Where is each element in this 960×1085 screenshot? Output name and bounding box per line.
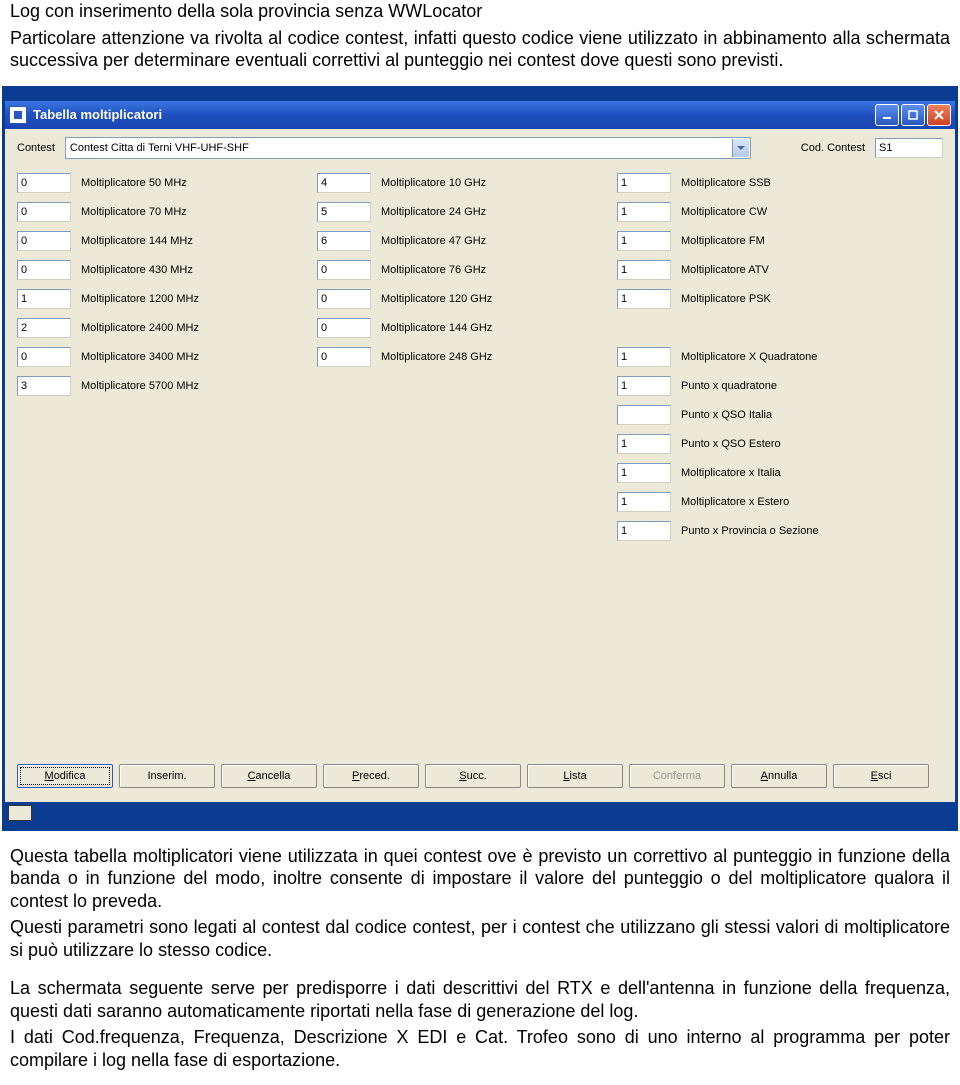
mult-10ghz-input[interactable]: 4 [317, 173, 371, 193]
mult-cw-input[interactable]: 1 [617, 202, 671, 222]
contest-dropdown[interactable]: Contest Citta di Terni VHF-UHF-SHF [65, 137, 751, 159]
mult-248ghz-input[interactable]: 0 [317, 347, 371, 367]
body-text: Questa tabella moltiplicatori viene util… [0, 841, 960, 1085]
punto-qso-estero-label: Punto x QSO Estero [681, 438, 781, 450]
intro-line-1: Log con inserimento della sola provincia… [10, 0, 950, 23]
modifica-button[interactable]: Modifica [17, 764, 113, 788]
mult-fm-input[interactable]: 1 [617, 231, 671, 251]
inserim-button[interactable]: Inserim. [119, 764, 215, 788]
mult-248ghz-label: Moltiplicatore 248 GHz [381, 351, 492, 363]
punto-provincia-label: Punto x Provincia o Sezione [681, 525, 819, 537]
esci-button[interactable]: Esci [833, 764, 929, 788]
mult-estero-input[interactable]: 1 [617, 492, 671, 512]
mult-atv-label: Moltiplicatore ATV [681, 264, 769, 276]
mult-76ghz-input[interactable]: 0 [317, 260, 371, 280]
succ-button[interactable]: Succ. [425, 764, 521, 788]
desktop-strip-top [4, 88, 956, 100]
mult-144mhz-label: Moltiplicatore 144 MHz [81, 235, 193, 247]
column-band-multipliers-high: 4 Moltiplicatore 10 GHz 5 Moltiplicatore 2… [317, 173, 577, 550]
para-cod-freq: I dati Cod.frequenza, Frequenza, Descriz… [10, 1026, 950, 1071]
cancella-button[interactable]: Cancella [221, 764, 317, 788]
punto-provincia-input[interactable]: 1 [617, 521, 671, 541]
mult-70mhz-label: Moltiplicatore 70 MHz [81, 206, 187, 218]
taskbar-tab[interactable] [8, 805, 32, 821]
window-body: Contest Contest Citta di Terni VHF-UHF-S… [5, 129, 955, 802]
cod-contest-input[interactable]: S1 [875, 138, 943, 158]
mult-5700mhz-input[interactable]: 3 [17, 376, 71, 396]
intro-line-2: Particolare attenzione va rivolta al cod… [10, 27, 950, 72]
para-schermata: La schermata seguente serve per predispo… [10, 977, 950, 1022]
punto-qso-estero-input[interactable]: 1 [617, 434, 671, 454]
para-molti: Questa tabella moltiplicatori viene util… [10, 845, 950, 913]
para-parametri: Questi parametri sono legati al contest … [10, 916, 950, 961]
mult-144ghz-label: Moltiplicatore 144 GHz [381, 322, 492, 334]
annulla-button[interactable]: Annulla [731, 764, 827, 788]
mult-quadratone-label: Moltiplicatore X Quadratone [681, 351, 817, 363]
close-button[interactable] [927, 104, 951, 126]
intro-paragraph: Log con inserimento della sola provincia… [0, 0, 960, 82]
mult-144mhz-input[interactable]: 0 [17, 231, 71, 251]
mult-1200mhz-input[interactable]: 1 [17, 289, 71, 309]
punto-quadratone-input[interactable]: 1 [617, 376, 671, 396]
conferma-button: Conferma [629, 764, 725, 788]
window-title: Tabella moltiplicatori [33, 107, 875, 122]
mult-76ghz-label: Moltiplicatore 76 GHz [381, 264, 486, 276]
mult-3400mhz-input[interactable]: 0 [17, 347, 71, 367]
mult-2400mhz-input[interactable]: 2 [17, 318, 71, 338]
mult-psk-input[interactable]: 1 [617, 289, 671, 309]
mult-120ghz-input[interactable]: 0 [317, 289, 371, 309]
mult-atv-input[interactable]: 1 [617, 260, 671, 280]
chevron-down-icon[interactable] [732, 139, 749, 157]
mult-24ghz-input[interactable]: 5 [317, 202, 371, 222]
mult-10ghz-label: Moltiplicatore 10 GHz [381, 177, 486, 189]
app-icon [9, 106, 27, 124]
punto-qso-italia-input[interactable] [617, 405, 671, 425]
cod-contest-label: Cod. Contest [801, 142, 865, 154]
column-mode-multipliers: 1 Moltiplicatore SSB 1 Moltiplicatore CW 1… [617, 173, 917, 550]
maximize-button[interactable] [901, 104, 925, 126]
minimize-button[interactable] [875, 104, 899, 126]
mult-47ghz-label: Moltiplicatore 47 GHz [381, 235, 486, 247]
mult-24ghz-label: Moltiplicatore 24 GHz [381, 206, 486, 218]
mult-fm-label: Moltiplicatore FM [681, 235, 765, 247]
mult-5700mhz-label: Moltiplicatore 5700 MHz [81, 380, 199, 392]
contest-dropdown-value: Contest Citta di Terni VHF-UHF-SHF [70, 142, 249, 154]
lista-button[interactable]: Lista [527, 764, 623, 788]
mult-ssb-input[interactable]: 1 [617, 173, 671, 193]
mult-2400mhz-label: Moltiplicatore 2400 MHz [81, 322, 199, 334]
screenshot-region: Tabella moltiplicatori Contest Contest C… [2, 86, 958, 831]
punto-qso-italia-label: Punto x QSO Italia [681, 409, 772, 421]
mult-cw-label: Moltiplicatore CW [681, 206, 767, 218]
mult-estero-label: Moltiplicatore x Estero [681, 496, 789, 508]
mult-430mhz-label: Moltiplicatore 430 MHz [81, 264, 193, 276]
mult-50mhz-label: Moltiplicatore 50 MHz [81, 177, 187, 189]
column-band-multipliers-low: 0 Moltiplicatore 50 MHz 0 Moltiplicatore 7… [17, 173, 277, 550]
button-bar: Modifica Inserim. Cancella Preced. Succ.… [17, 760, 943, 794]
mult-70mhz-input[interactable]: 0 [17, 202, 71, 222]
mult-144ghz-input[interactable]: 0 [317, 318, 371, 338]
mult-3400mhz-label: Moltiplicatore 3400 MHz [81, 351, 199, 363]
mult-50mhz-input[interactable]: 0 [17, 173, 71, 193]
mult-psk-label: Moltiplicatore PSK [681, 293, 771, 305]
mult-quadratone-input[interactable]: 1 [617, 347, 671, 367]
mult-47ghz-input[interactable]: 6 [317, 231, 371, 251]
mult-italia-input[interactable]: 1 [617, 463, 671, 483]
window-tabella-moltiplicatori: Tabella moltiplicatori Contest Contest C… [4, 100, 956, 803]
mult-ssb-label: Moltiplicatore SSB [681, 177, 771, 189]
titlebar[interactable]: Tabella moltiplicatori [5, 101, 955, 129]
desktop-strip-bottom [4, 803, 956, 829]
mult-1200mhz-label: Moltiplicatore 1200 MHz [81, 293, 199, 305]
preced-button[interactable]: Preced. [323, 764, 419, 788]
mult-430mhz-input[interactable]: 0 [17, 260, 71, 280]
mult-italia-label: Moltiplicatore x Italia [681, 467, 781, 479]
punto-quadratone-label: Punto x quadratone [681, 380, 777, 392]
contest-label: Contest [17, 142, 55, 154]
mult-120ghz-label: Moltiplicatore 120 GHz [381, 293, 492, 305]
